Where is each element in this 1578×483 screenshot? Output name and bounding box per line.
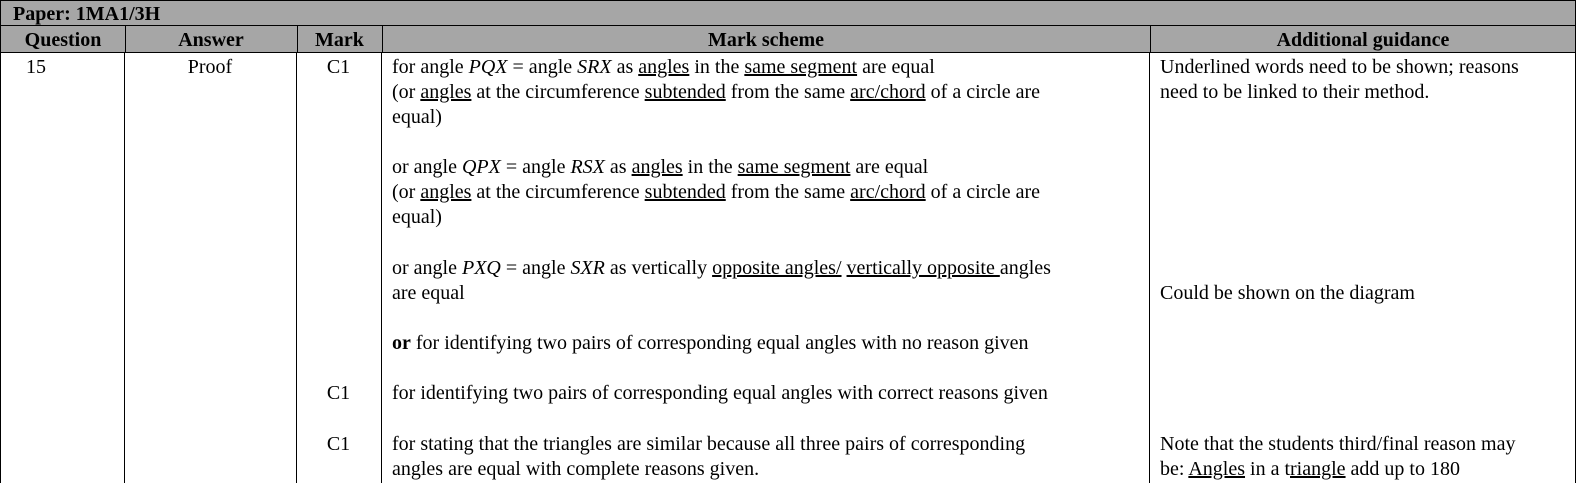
question-number: 15 (26, 56, 46, 78)
guidance-line: be: Angles in a triangle add up to 180 (1160, 458, 1460, 480)
scheme-line: or angle QPX = angle RSX as angles in th… (392, 156, 929, 178)
mark-scheme-sheet: Paper: 1MA1/3H Question Answer Mark Mark… (0, 0, 1578, 483)
scheme-line: equal) (392, 206, 442, 228)
mark-value: C1 (326, 382, 351, 404)
header-divider (297, 26, 298, 52)
column-divider (1149, 53, 1150, 483)
header-question: Question (24, 29, 102, 51)
header-divider (1150, 26, 1151, 52)
scheme-line: for angle PQX = angle SRX as angles in t… (392, 56, 935, 78)
table-border-right (1575, 53, 1576, 483)
guidance-line: Note that the students third/final reaso… (1160, 433, 1516, 455)
header-divider (382, 26, 383, 52)
column-divider (124, 53, 125, 483)
header-divider (125, 26, 126, 52)
answer-text: Proof (187, 56, 233, 78)
guidance-line: need to be linked to their method. (1160, 81, 1430, 103)
scheme-line: or angle PXQ = angle SXR as vertically o… (392, 257, 1051, 279)
table-header-row: Question Answer Mark Mark scheme Additio… (0, 26, 1576, 53)
column-divider (296, 53, 297, 483)
header-mark-scheme: Mark scheme (707, 29, 825, 51)
column-divider (381, 53, 382, 483)
guidance-line: Underlined words need to be shown; reaso… (1160, 56, 1519, 78)
header-answer: Answer (178, 29, 244, 51)
scheme-line: (or angles at the circumference subtende… (392, 181, 1041, 203)
mark-value: C1 (326, 433, 351, 455)
header-additional-guidance: Additional guidance (1276, 29, 1450, 51)
header-mark: Mark (315, 29, 364, 51)
scheme-line: are equal (392, 282, 465, 304)
scheme-line: for identifying two pairs of correspondi… (392, 382, 1048, 404)
table-border-left (0, 53, 1, 483)
scheme-line: equal) (392, 106, 442, 128)
guidance-line: Could be shown on the diagram (1160, 282, 1415, 304)
paper-title: Paper: 1MA1/3H (0, 0, 1576, 26)
scheme-line: angles are equal with complete reasons g… (392, 458, 760, 480)
scheme-line: or for identifying two pairs of correspo… (392, 332, 1029, 354)
scheme-line: (or angles at the circumference subtende… (392, 81, 1041, 103)
scheme-line: for stating that the triangles are simil… (392, 433, 1026, 455)
mark-value: C1 (326, 56, 351, 78)
